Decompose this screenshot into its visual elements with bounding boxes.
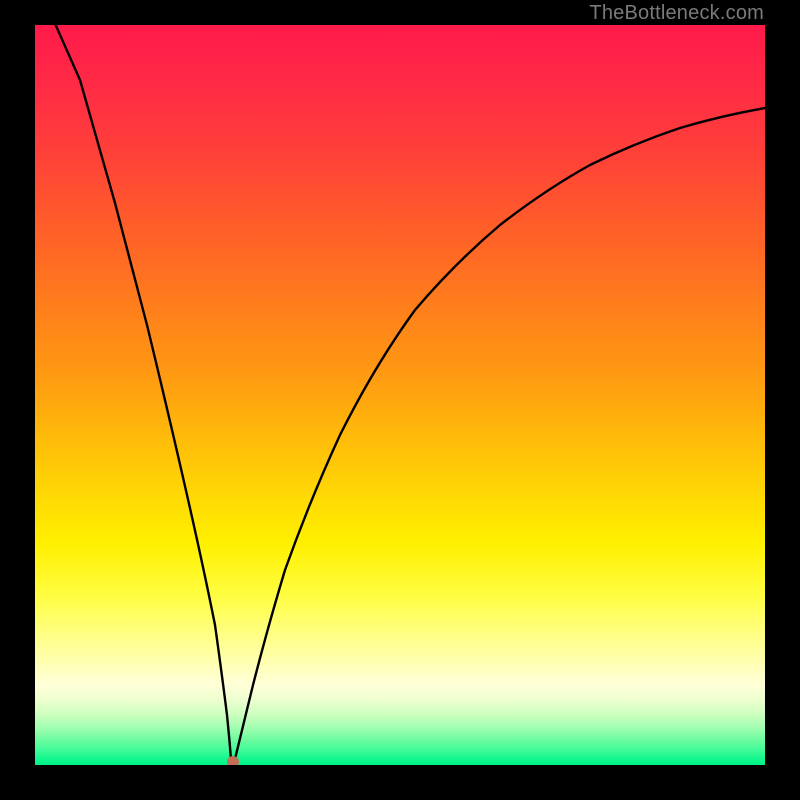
plot-gradient-area xyxy=(35,25,765,765)
curve-layer xyxy=(35,25,765,765)
bottleneck-curve xyxy=(53,25,765,764)
marker-dot xyxy=(227,756,239,765)
chart-frame: TheBottleneck.com xyxy=(0,0,800,800)
watermark-text: TheBottleneck.com xyxy=(589,2,764,25)
